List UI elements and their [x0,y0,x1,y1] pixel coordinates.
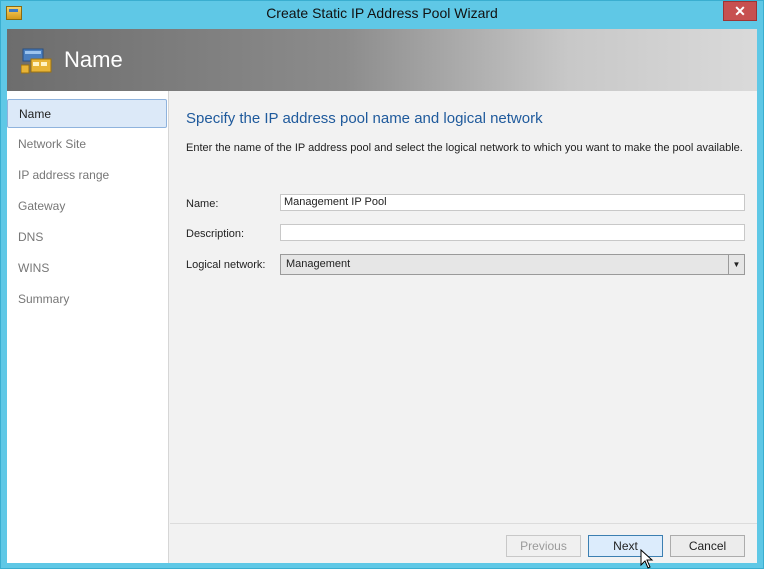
section-description: Enter the name of the IP address pool an… [186,142,743,154]
logical-network-select[interactable]: Management ▼ [280,254,745,275]
wizard-window: Create Static IP Address Pool Wizard ✕ N… [0,0,764,569]
cancel-button[interactable]: Cancel [670,535,745,557]
page-title: Name [64,47,123,72]
wizard-footer: Previous Next Cancel [170,523,757,563]
sidebar-item-ip-address-range[interactable]: IP address range [7,161,167,190]
sidebar-item-wins[interactable]: WINS [7,254,167,283]
sidebar-item-network-site[interactable]: Network Site [7,130,167,159]
window-title: Create Static IP Address Pool Wizard [266,5,498,21]
sidebar-item-dns[interactable]: DNS [7,223,167,252]
mouse-pointer-icon [640,549,654,569]
sidebar-item-gateway[interactable]: Gateway [7,192,167,221]
close-button[interactable]: ✕ [723,1,757,21]
section-heading: Specify the IP address pool name and log… [186,110,543,127]
wizard-client: Name Name Network Site IP address range … [7,29,757,563]
name-label: Name: [186,198,219,210]
previous-button[interactable]: Previous [506,535,581,557]
dropdown-arrow-icon[interactable]: ▼ [728,255,744,274]
ip-pool-icon [21,48,52,74]
sidebar-item-summary[interactable]: Summary [7,285,167,314]
page-banner: Name [7,29,757,91]
name-field[interactable]: Management IP Pool [280,194,745,211]
logical-network-label: Logical network: [186,259,266,271]
description-field[interactable] [280,224,745,241]
sidebar-item-name[interactable]: Name [7,99,167,128]
title-bar[interactable]: Create Static IP Address Pool Wizard ✕ [1,1,763,27]
main-content: Specify the IP address pool name and log… [170,91,757,523]
wizard-steps-sidebar: Name Network Site IP address range Gatew… [7,91,169,563]
logical-network-value: Management [286,258,351,270]
description-label: Description: [186,228,245,240]
